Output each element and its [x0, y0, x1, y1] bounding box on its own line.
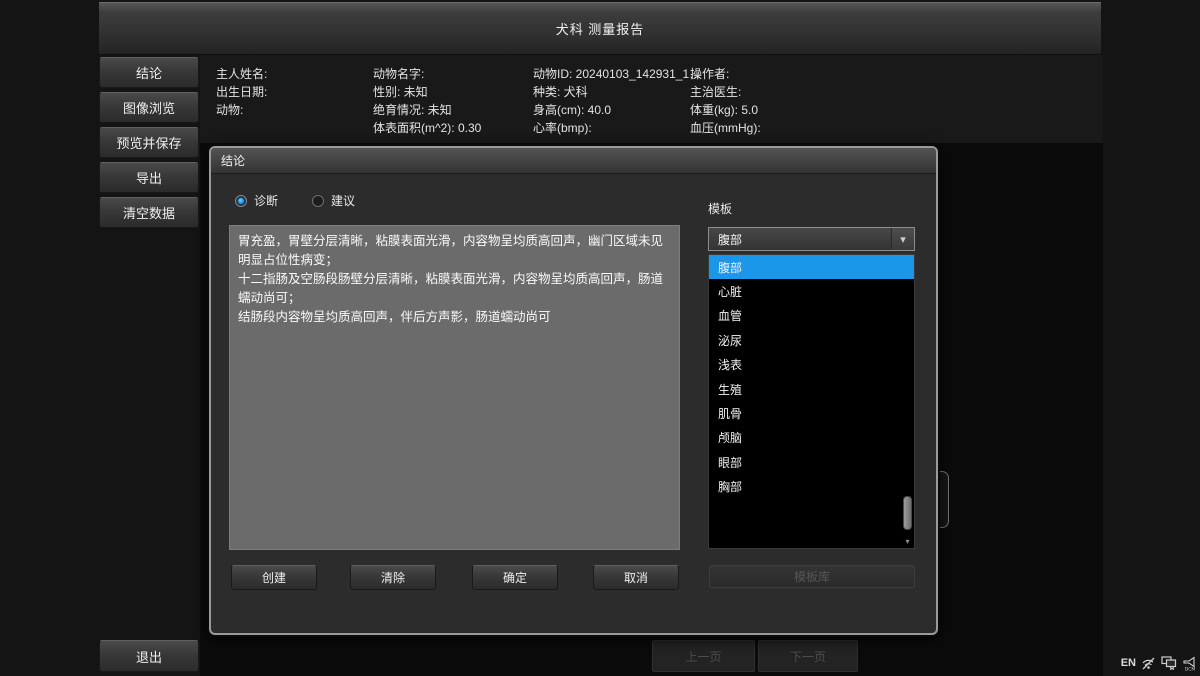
patient-info-field: 心率(bmp): [533, 119, 701, 137]
template-option[interactable]: 生殖 [709, 377, 914, 401]
patient-info-field: 绝育情况: 未知 [373, 101, 481, 119]
sidebar-item-label: 结论 [136, 63, 162, 82]
patient-info-col1: 主人姓名:出生日期:动物: [216, 65, 267, 119]
template-option-label: 心脏 [718, 283, 742, 300]
sidebar-item-label: 清空数据 [123, 203, 175, 222]
status-bar: EN DCM [1124, 653, 1198, 673]
dialog-action-label: 确定 [503, 569, 527, 586]
template-option[interactable]: 浅表 [709, 353, 914, 377]
template-option[interactable]: 颅脑 [709, 426, 914, 450]
patient-info-panel: 主人姓名:出生日期:动物: 动物名字:性别: 未知绝育情况: 未知体表面积(m^… [200, 55, 1103, 143]
exit-button-label: 退出 [136, 647, 162, 666]
template-option[interactable]: 胸部 [709, 475, 914, 499]
scrollbar-down-icon[interactable]: ▾ [903, 536, 912, 547]
sidebar-item[interactable]: 预览并保存 [99, 127, 199, 158]
exit-button[interactable]: 退出 [99, 640, 199, 672]
patient-info-field: 动物: [216, 101, 267, 119]
dialog-action-label: 清除 [381, 569, 405, 586]
sidebar-item[interactable]: 导出 [99, 162, 199, 193]
template-library-button[interactable]: 模板库 [709, 565, 915, 588]
dicom-icon: DCM [1182, 655, 1198, 671]
dialog-action-button[interactable]: 创建 [231, 565, 317, 590]
network-off-icon [1141, 656, 1156, 670]
patient-info-field: 体表面积(m^2): 0.30 [373, 119, 481, 137]
template-option-label: 眼部 [718, 454, 742, 471]
patient-info-col2: 动物名字:性别: 未知绝育情况: 未知体表面积(m^2): 0.30 [373, 65, 481, 137]
sidebar-item-label: 导出 [136, 168, 162, 187]
sidebar-item-label: 图像浏览 [123, 98, 175, 117]
page-title: 犬科 测量报告 [556, 19, 645, 38]
next-page-label: 下一页 [790, 648, 826, 665]
patient-info-field: 性别: 未知 [373, 83, 481, 101]
scrollbar-thumb[interactable] [903, 496, 912, 530]
chevron-down-icon[interactable]: ▾ [891, 228, 914, 250]
radio-option[interactable]: 诊断 [235, 192, 278, 209]
template-option-label: 浅表 [718, 356, 742, 373]
patient-info-field: 动物ID: 20240103_142931_1… [533, 65, 701, 83]
dialog-action-button[interactable]: 清除 [350, 565, 436, 590]
next-page-button[interactable]: 下一页 [758, 640, 858, 672]
language-indicator[interactable]: EN [1121, 657, 1136, 669]
dialog-action-label: 取消 [624, 569, 648, 586]
template-label: 模板 [708, 200, 732, 217]
sidebar-item[interactable]: 清空数据 [99, 197, 199, 228]
template-option[interactable]: 肌骨 [709, 401, 914, 425]
template-option[interactable]: 泌尿 [709, 328, 914, 352]
template-option[interactable]: 腹部 [709, 255, 914, 279]
patient-info-field: 种类: 犬科 [533, 83, 701, 101]
radio-label: 诊断 [254, 192, 278, 209]
dialog-titlebar[interactable]: 结论 [211, 148, 936, 174]
patient-info-col4: 操作者:主治医生:体重(kg): 5.0血压(mmHg): [690, 65, 761, 137]
sidebar-item[interactable]: 图像浏览 [99, 92, 199, 123]
template-option-label: 生殖 [718, 381, 742, 398]
radio-icon[interactable] [312, 195, 324, 207]
patient-info-field: 主治医生: [690, 83, 761, 101]
template-option[interactable]: 眼部 [709, 450, 914, 474]
template-option-label: 泌尿 [718, 332, 742, 349]
dialog-title: 结论 [221, 152, 245, 169]
radio-label: 建议 [331, 192, 355, 209]
template-option-label: 胸部 [718, 478, 742, 495]
prev-page-label: 上一页 [685, 648, 721, 665]
dialog-action-label: 创建 [262, 569, 286, 586]
template-option-label: 颅脑 [718, 429, 742, 446]
sidebar-item[interactable]: 结论 [99, 57, 199, 88]
radio-option[interactable]: 建议 [312, 192, 355, 209]
patient-info-field: 身高(cm): 40.0 [533, 101, 701, 119]
conclusion-dialog: 结论 诊断 建议 胃充盈，胃壁分层清晰，粘膜表面光滑，内容物呈均质高回声，幽门区… [209, 146, 938, 635]
prev-page-button[interactable]: 上一页 [652, 640, 755, 672]
patient-info-field: 主人姓名: [216, 65, 267, 83]
patient-info-field: 动物名字: [373, 65, 481, 83]
radio-icon[interactable] [235, 195, 247, 207]
template-option-label: 肌骨 [718, 405, 742, 422]
template-dropdown[interactable]: 腹部 ▾ [708, 227, 915, 251]
template-option-label: 血管 [718, 307, 742, 324]
patient-info-field: 体重(kg): 5.0 [690, 101, 761, 119]
dialog-action-button[interactable]: 取消 [593, 565, 679, 590]
display-disconnected-icon [1161, 656, 1177, 670]
window-titlebar: 犬科 测量报告 [99, 2, 1101, 55]
patient-info-field: 操作者: [690, 65, 761, 83]
template-dropdown-value: 腹部 [718, 231, 742, 248]
patient-info-field: 出生日期: [216, 83, 267, 101]
svg-text:DCM: DCM [1185, 667, 1196, 672]
conclusion-textarea[interactable]: 胃充盈，胃壁分层清晰，粘膜表面光滑，内容物呈均质高回声，幽门区域未见明显占位性病… [229, 225, 680, 550]
patient-info-col3: 动物ID: 20240103_142931_1…种类: 犬科身高(cm): 40… [533, 65, 701, 137]
template-option[interactable]: 血管 [709, 304, 914, 328]
patient-info-field: 血压(mmHg): [690, 119, 761, 137]
template-option[interactable]: 心脏 [709, 279, 914, 303]
sidebar-item-label: 预览并保存 [116, 133, 181, 152]
template-options-list: 腹部 心脏 血管 泌尿 浅表 生殖 [708, 254, 915, 549]
conclusion-type-radios: 诊断 建议 [235, 192, 355, 209]
dialog-action-button[interactable]: 确定 [472, 565, 558, 590]
template-option-label: 腹部 [718, 259, 742, 276]
